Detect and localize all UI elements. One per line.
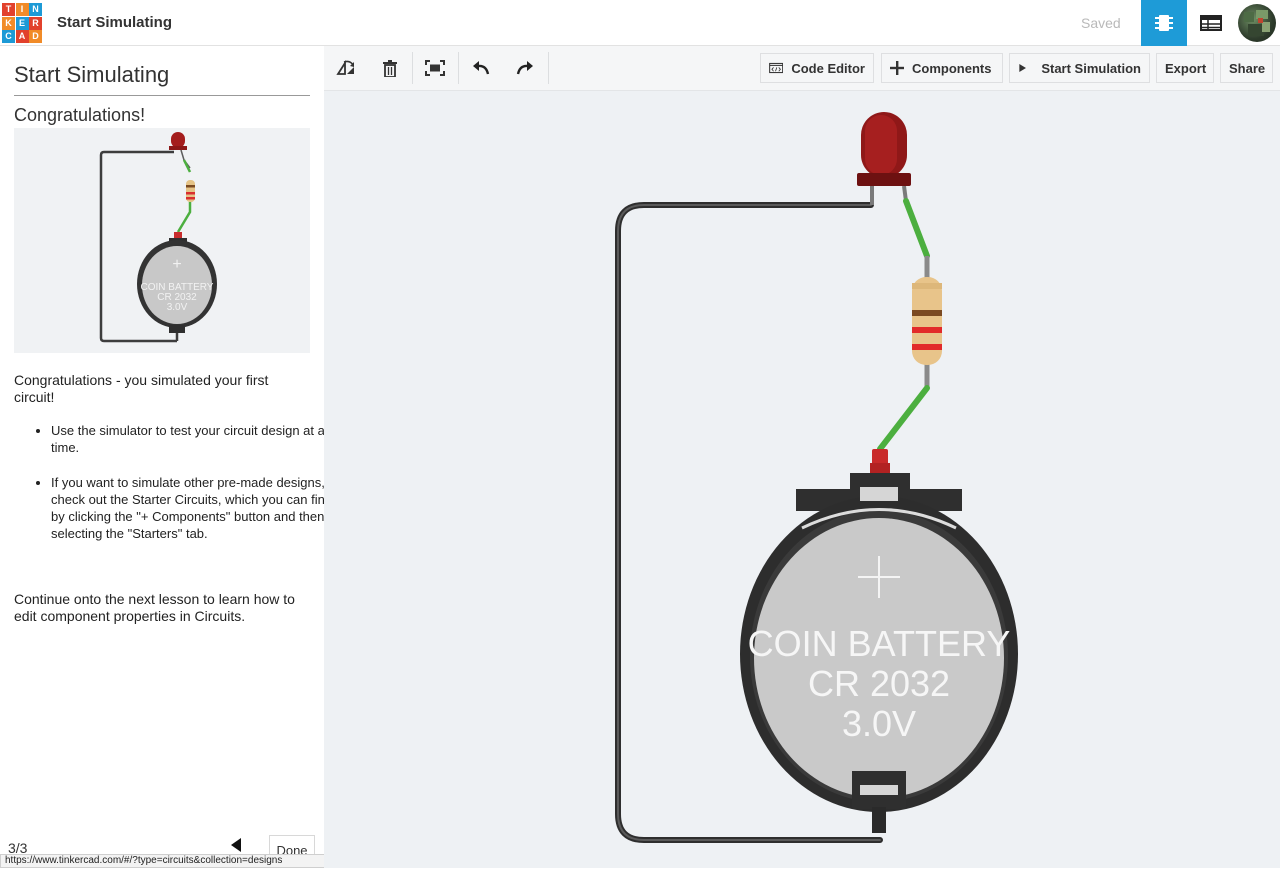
lesson-subtitle: Congratulations! (14, 105, 146, 125)
lesson-bullets: Use the simulator to test your circuit d… (14, 422, 341, 560)
rotate-button[interactable] (324, 46, 368, 90)
circuit-view-button[interactable] (1141, 0, 1187, 46)
start-simulation-button[interactable]: Start Simulation (1009, 53, 1150, 83)
user-avatar[interactable] (1238, 4, 1276, 42)
export-label: Export (1165, 60, 1207, 76)
circuit-view-icon (1155, 15, 1173, 31)
component-list-icon (1200, 15, 1222, 31)
lesson-bullet: If you want to simulate other pre-made d… (51, 474, 341, 542)
logo-letter: K (2, 16, 15, 30)
share-label: Share (1229, 60, 1266, 76)
logo-letter: D (29, 30, 42, 43)
led[interactable] (857, 112, 911, 205)
circuit-drawing: COIN BATTERY CR 2032 3.0V (615, 112, 1018, 843)
export-button[interactable]: Export (1156, 53, 1214, 83)
components-button[interactable]: Components (881, 53, 1003, 83)
logo-letter: N (29, 3, 42, 16)
share-button[interactable]: Share (1220, 53, 1273, 83)
previous-step-button[interactable] (229, 837, 243, 853)
logo-letter: E (15, 16, 29, 30)
undo-button[interactable] (459, 46, 503, 90)
play-icon (1019, 64, 1026, 72)
lesson-title: Start Simulating (14, 62, 170, 87)
fit-view-button[interactable] (413, 46, 457, 90)
code-editor-button[interactable]: Code Editor (760, 53, 874, 83)
start-simulation-label: Start Simulation (1041, 60, 1141, 76)
svg-text:3.0V: 3.0V (167, 302, 188, 313)
logo-letter: T (2, 3, 15, 16)
avatar-image (1244, 10, 1270, 36)
coin-battery[interactable]: COIN BATTERY CR 2032 3.0V (740, 449, 1018, 833)
design-title[interactable]: Start Simulating (57, 14, 172, 31)
battery-label: COIN BATTERY (748, 623, 1011, 664)
logo-letter: A (15, 30, 29, 43)
svg-text:+: + (172, 256, 181, 273)
code-editor-icon (769, 62, 784, 74)
logo-letter: I (15, 3, 29, 16)
lesson-intro: Congratulations - you simulated your fir… (14, 372, 269, 405)
tinkercad-logo[interactable]: TIN KER CAD (2, 3, 42, 43)
redo-icon (516, 61, 533, 75)
plus-icon (890, 61, 904, 75)
lesson-title-divider (14, 95, 310, 96)
undo-icon (473, 61, 490, 75)
code-editor-label: Code Editor (791, 60, 865, 76)
lesson-bullet: Use the simulator to test your circuit d… (51, 422, 341, 456)
lesson-outro: Continue onto the next lesson to learn h… (14, 591, 295, 624)
redo-button[interactable] (503, 46, 547, 90)
wire-resistor-battery (877, 385, 930, 452)
logo-letter: C (2, 30, 15, 43)
rotate-icon (336, 60, 354, 75)
workplane-canvas[interactable]: COIN BATTERY CR 2032 3.0V (324, 91, 1280, 868)
component-list-button[interactable] (1188, 0, 1234, 46)
battery-model: CR 2032 (808, 663, 950, 704)
wire-led-resistor (903, 198, 930, 259)
resistor[interactable] (912, 256, 942, 388)
trash-icon (383, 59, 397, 77)
fit-view-icon (425, 60, 445, 76)
top-bar: TIN KER CAD Start Simulating Saved (0, 0, 1280, 46)
lesson-panel: Start Simulating Congratulations! + COIN… (0, 46, 339, 868)
saved-status: Saved (1081, 15, 1121, 31)
logo-letter: R (29, 16, 42, 30)
components-label: Components (912, 60, 992, 76)
delete-button[interactable] (368, 46, 412, 90)
battery-voltage: 3.0V (842, 703, 916, 744)
lesson-circuit-image: + COIN BATTERY CR 2032 3.0V (14, 128, 310, 353)
triangle-left-icon (231, 838, 241, 852)
editor-toolbar: Code Editor Components Start Simulation … (324, 46, 1280, 91)
toolbar-divider (548, 52, 549, 84)
